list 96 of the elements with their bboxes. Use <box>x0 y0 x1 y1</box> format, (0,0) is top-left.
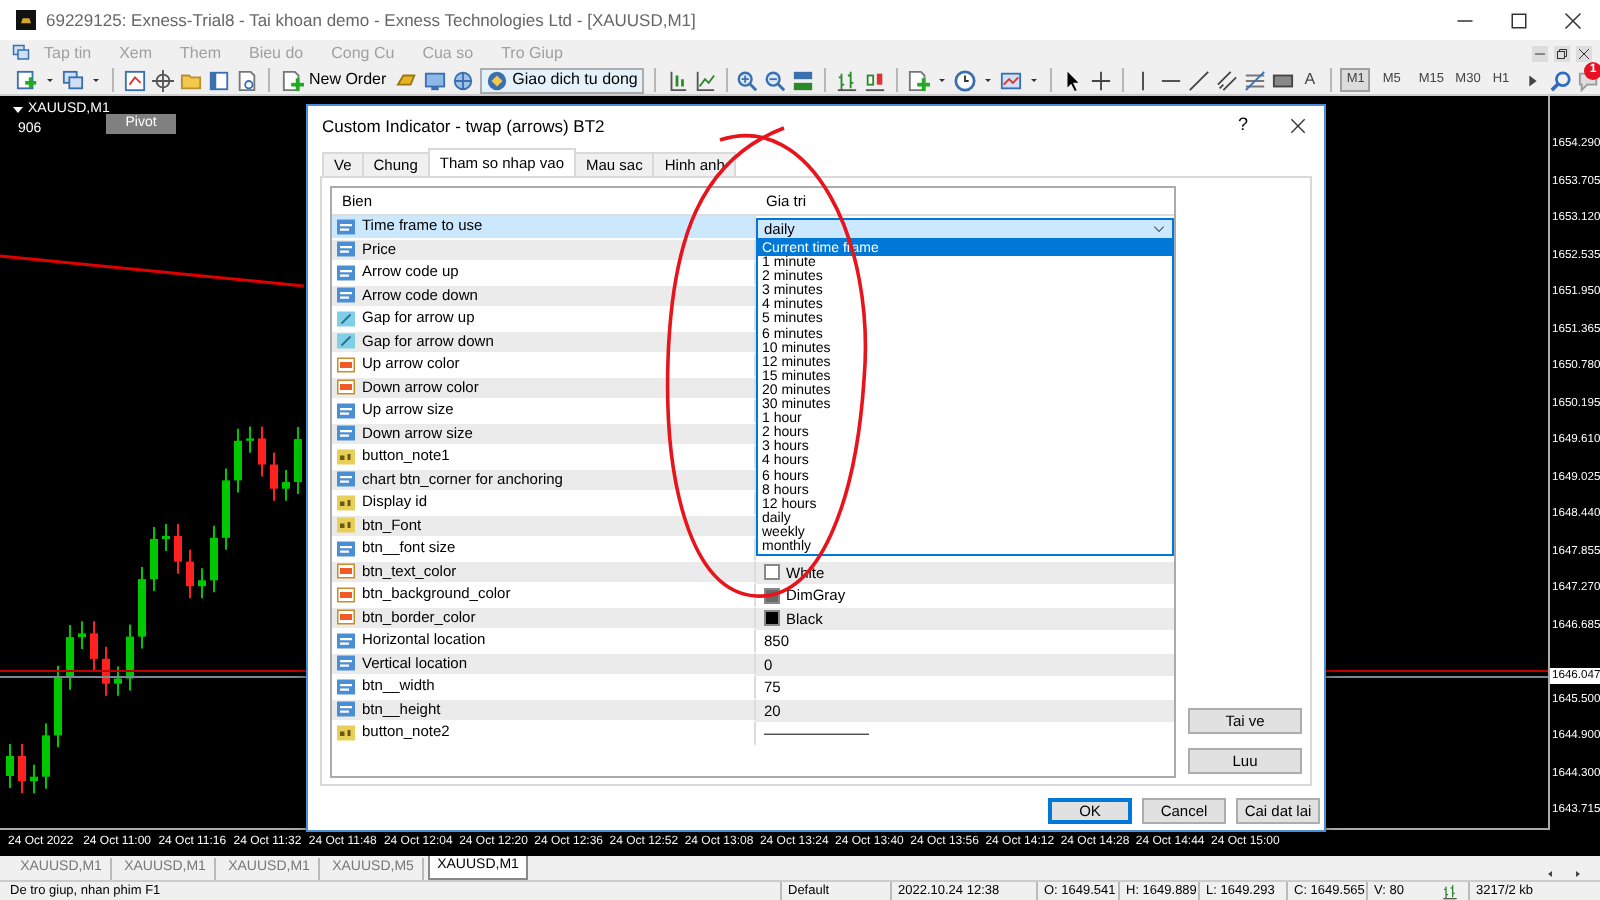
zoom-out-icon[interactable] <box>764 69 787 91</box>
scroll-left-icon <box>1544 868 1556 880</box>
template-icon[interactable] <box>999 69 1022 91</box>
windows-icon[interactable] <box>62 69 84 91</box>
fraction-type-icon <box>336 332 356 351</box>
trendline-icon[interactable] <box>1188 69 1211 91</box>
candlestick <box>138 566 146 650</box>
integer-type-icon <box>336 654 356 673</box>
candlestick <box>6 743 14 789</box>
candlestick <box>18 743 26 795</box>
integer-type-icon <box>336 240 356 259</box>
caret-icon <box>981 74 994 86</box>
candlestick <box>150 525 158 593</box>
crosshair-icon[interactable] <box>151 69 174 91</box>
candlestick <box>258 425 266 478</box>
chart-window-icon <box>12 44 30 62</box>
integer-type-icon <box>336 631 356 650</box>
integer-type-icon <box>336 217 356 236</box>
close-icon <box>1289 118 1305 134</box>
new-chart-icon[interactable] <box>16 69 38 91</box>
new-document-icon[interactable] <box>907 69 930 91</box>
candlestick <box>234 427 242 494</box>
ingot-icon[interactable] <box>396 69 419 91</box>
candlestick <box>210 524 218 594</box>
candlestick <box>222 467 230 551</box>
caret-icon <box>1027 74 1040 86</box>
integer-type-icon <box>336 700 356 719</box>
candlestick <box>162 522 170 552</box>
chevron-icon <box>1152 222 1166 236</box>
caret-icon <box>44 74 56 86</box>
line-chart-icon[interactable] <box>693 69 716 91</box>
candlestick <box>186 548 194 600</box>
crosshair-icon[interactable] <box>1089 69 1112 91</box>
new-order-icon <box>282 69 305 91</box>
integer-type-icon <box>336 286 356 305</box>
restore-button[interactable] <box>1554 45 1570 61</box>
candlestick <box>66 624 74 691</box>
integer-type-icon <box>336 677 356 696</box>
connection-icon <box>1438 883 1462 899</box>
help-button[interactable]: ? <box>1216 106 1270 146</box>
restore-icon <box>1556 47 1568 59</box>
maximize-icon <box>1510 11 1528 29</box>
bar-chart-icon[interactable] <box>836 69 859 91</box>
rectangle-icon[interactable] <box>1272 69 1295 91</box>
window-title: 69229125: Exness-Trial8 - Tai khoan demo - Exness Technologies Ltd - [XAUUSD,M1] <box>46 7 696 33</box>
chart-icon[interactable] <box>123 69 146 91</box>
integer-type-icon <box>336 470 356 489</box>
fibonacci-icon[interactable] <box>1244 69 1267 91</box>
candlestick <box>198 567 206 600</box>
dialog-title: Custom Indicator - twap (arrows) BT2 <box>322 113 605 139</box>
channel-icon[interactable] <box>1216 69 1239 91</box>
candlestick <box>30 763 38 795</box>
fraction-type-icon <box>336 309 356 328</box>
integer-type-icon <box>336 424 356 443</box>
close-icon <box>1578 47 1590 59</box>
clock-icon[interactable] <box>953 69 976 91</box>
app-icon <box>16 10 36 30</box>
search-icon[interactable] <box>1549 69 1572 91</box>
document-icon[interactable] <box>235 69 258 91</box>
candlestick <box>270 451 278 502</box>
candlestick <box>174 522 182 575</box>
auto-trading-button[interactable]: Giao dich tu dong <box>480 67 644 93</box>
monitor-icon[interactable] <box>424 69 447 91</box>
text-type-icon <box>336 447 356 466</box>
candlestick <box>126 623 134 692</box>
text-tool-button[interactable]: A <box>1300 67 1320 93</box>
globe-icon[interactable] <box>452 69 475 91</box>
integer-type-icon <box>336 263 356 282</box>
text-type-icon <box>336 516 356 535</box>
zoom-in-icon[interactable] <box>736 69 759 91</box>
tile-icon[interactable] <box>792 69 815 91</box>
close-icon <box>1564 11 1582 29</box>
candlestick <box>78 620 86 651</box>
caret-icon <box>935 74 948 86</box>
new-order-button[interactable]: New Order <box>278 67 391 93</box>
caret-icon <box>90 74 102 86</box>
window-icon[interactable] <box>207 69 230 91</box>
close-button[interactable] <box>1576 45 1592 61</box>
emblem-icon <box>486 69 509 91</box>
candlestick <box>42 722 50 790</box>
candlestick <box>294 426 302 496</box>
candlestick <box>246 425 254 454</box>
integer-type-icon <box>336 401 356 420</box>
integer-type-icon <box>336 539 356 558</box>
bar-chart-icon[interactable] <box>665 69 688 91</box>
text-type-icon <box>336 493 356 512</box>
candlestick-icon[interactable] <box>864 69 887 91</box>
triangle-icon <box>12 104 24 117</box>
candlestick <box>90 620 98 672</box>
candlestick <box>282 469 290 502</box>
candlestick <box>54 664 62 749</box>
minimize-icon <box>1534 47 1546 59</box>
scroll-right-icon <box>1572 868 1584 880</box>
candlestick <box>114 665 122 697</box>
text-type-icon <box>336 723 356 742</box>
minimize-button[interactable] <box>1532 45 1548 61</box>
